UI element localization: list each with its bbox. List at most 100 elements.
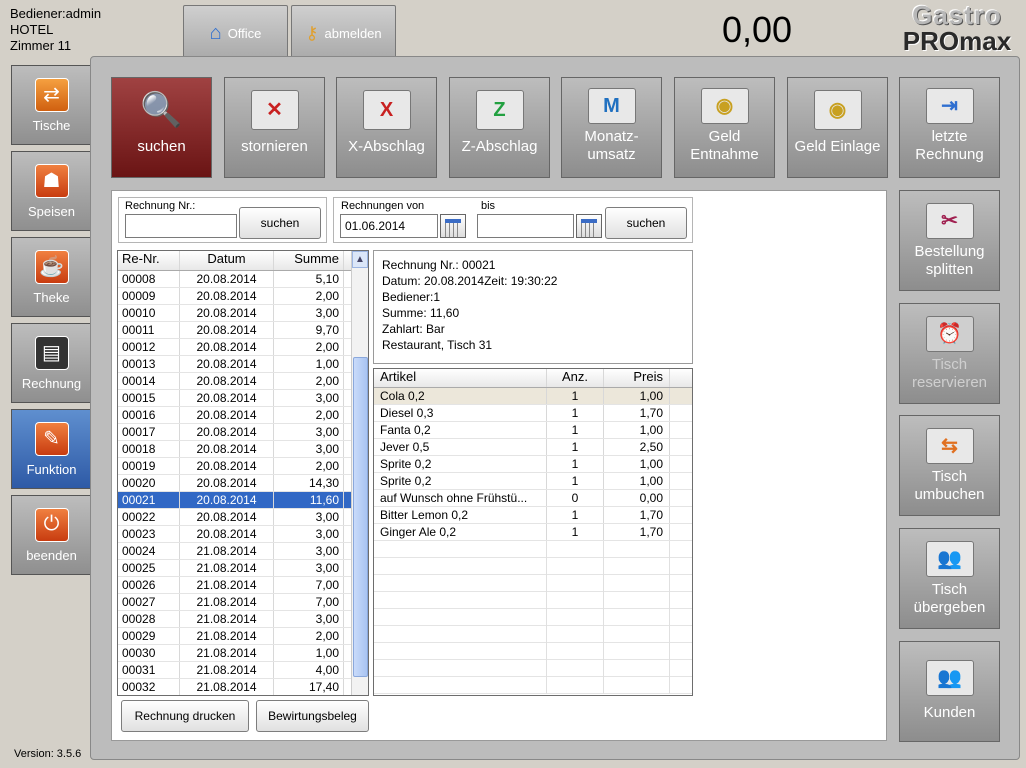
logout-button[interactable]: ⚷ abmelden [291, 5, 396, 61]
list-item[interactable]: Fanta 0,2 1 1,00 [374, 422, 692, 439]
table-row[interactable]: 00032 21.08.2014 17,40 [118, 679, 368, 695]
table-row[interactable]: 00018 20.08.2014 3,00 [118, 441, 368, 458]
nav-function-button[interactable]: ✎ Funktion [11, 409, 91, 489]
invoice-list-scrollbar[interactable]: ▲ [351, 251, 368, 695]
table-cell: 20.08.2014 [180, 356, 274, 372]
item-cell: auf Wunsch ohne Frühstü... [374, 490, 547, 506]
list-item[interactable]: Diesel 0,3 1 1,70 [374, 405, 692, 422]
table-row[interactable]: 00016 20.08.2014 2,00 [118, 407, 368, 424]
table-row[interactable]: 00019 20.08.2014 2,00 [118, 458, 368, 475]
table-row[interactable]: 00022 20.08.2014 3,00 [118, 509, 368, 526]
invoice-list[interactable]: Re-Nr. Datum Summe 00008 20.08.2014 5,10 00… [117, 250, 369, 696]
invoice-number-input[interactable] [125, 214, 237, 238]
table-row[interactable]: 00025 21.08.2014 3,00 [118, 560, 368, 577]
table-cell: 20.08.2014 [180, 271, 274, 287]
handover-table-button[interactable]: 👥 Tisch übergeben [899, 528, 1000, 629]
table-row[interactable]: 00011 20.08.2014 9,70 [118, 322, 368, 339]
item-cell: 2,50 [604, 439, 670, 455]
calendar-from-icon[interactable] [440, 214, 466, 238]
date-from-input[interactable]: 01.06.2014 [340, 214, 438, 238]
invoice-detail: Rechnung Nr.: 00021 Datum: 20.08.2014Zei… [373, 250, 693, 364]
table-row[interactable]: 00014 20.08.2014 2,00 [118, 373, 368, 390]
x-report-icon: X [362, 90, 411, 130]
col-qty[interactable]: Anz. [547, 369, 604, 387]
table-row[interactable]: 00009 20.08.2014 2,00 [118, 288, 368, 305]
print-invoice-button[interactable]: Rechnung drucken [121, 700, 249, 732]
list-item[interactable]: Ginger Ale 0,2 1 1,70 [374, 524, 692, 541]
table-cell: 00010 [118, 305, 180, 321]
table-row[interactable]: 00031 21.08.2014 4,00 [118, 662, 368, 679]
split-order-icon: ✂ [925, 203, 974, 239]
table-cell: 9,70 [274, 322, 344, 338]
empty-row [374, 609, 692, 626]
list-item[interactable]: Bitter Lemon 0,2 1 1,70 [374, 507, 692, 524]
date-to-input[interactable] [477, 214, 574, 238]
table-row[interactable]: 00013 20.08.2014 1,00 [118, 356, 368, 373]
col-invoice-no[interactable]: Re-Nr. [118, 251, 180, 270]
table-row[interactable]: 00020 20.08.2014 14,30 [118, 475, 368, 492]
calendar-to-icon[interactable] [576, 214, 602, 238]
user-info: Bediener:admin HOTEL Zimmer 11 [10, 6, 101, 54]
list-item[interactable]: Sprite 0,2 1 1,00 [374, 456, 692, 473]
table-row[interactable]: 00017 20.08.2014 3,00 [118, 424, 368, 441]
cash-withdrawal-button[interactable]: ◉ Geld Entnahme [674, 77, 775, 178]
hospitality-receipt-button[interactable]: Bewirtungsbeleg [256, 700, 369, 732]
invoice-list-body: 00008 20.08.2014 5,10 00009 20.08.2014 2,00 00… [118, 271, 368, 695]
last-invoice-button[interactable]: ⇥ letzte Rechnung [899, 77, 1000, 178]
table-cell: 21.08.2014 [180, 628, 274, 644]
list-item[interactable]: Jever 0,5 1 2,50 [374, 439, 692, 456]
search-invoice-button[interactable]: 🔍 suchen [111, 77, 212, 178]
nav-invoice-button[interactable]: ▤ Rechnung [11, 323, 91, 403]
table-row[interactable]: 00012 20.08.2014 2,00 [118, 339, 368, 356]
list-item[interactable]: Sprite 0,2 1 1,00 [374, 473, 692, 490]
nav-food-button[interactable]: ☗ Speisen [11, 151, 91, 231]
table-row[interactable]: 00028 21.08.2014 3,00 [118, 611, 368, 628]
detail-table: Restaurant, Tisch 31 [382, 338, 493, 352]
rebook-table-button[interactable]: ⇆ Tisch umbuchen [899, 415, 1000, 516]
monthly-sales-button[interactable]: M Monatz- umsatz [561, 77, 662, 178]
table-row[interactable]: 00027 21.08.2014 7,00 [118, 594, 368, 611]
cash-deposit-button[interactable]: ◉ Geld Einlage [787, 77, 888, 178]
table-row[interactable]: 00010 20.08.2014 3,00 [118, 305, 368, 322]
col-date[interactable]: Datum [180, 251, 274, 270]
magnifier-icon: 🔍 [140, 91, 183, 129]
nav-bar-button[interactable]: ☕ Theke [11, 237, 91, 317]
table-row[interactable]: 00030 21.08.2014 1,00 [118, 645, 368, 662]
table-row[interactable]: 00008 20.08.2014 5,10 [118, 271, 368, 288]
table-row[interactable]: 00026 21.08.2014 7,00 [118, 577, 368, 594]
monthly-report-icon: M [587, 88, 636, 124]
x-report-button[interactable]: X X-Abschlag [336, 77, 437, 178]
item-cell: Sprite 0,2 [374, 473, 547, 489]
reserve-table-button[interactable]: ⏰ Tisch reservieren [899, 303, 1000, 404]
z-report-button[interactable]: Z Z-Abschlag [449, 77, 550, 178]
table-row[interactable]: 00021 20.08.2014 11,60 [118, 492, 368, 509]
scroll-up-arrow[interactable]: ▲ [352, 251, 368, 268]
table-cell: 00032 [118, 679, 180, 695]
invoice-number-label: Rechnung Nr.: [125, 200, 196, 212]
table-row[interactable]: 00015 20.08.2014 3,00 [118, 390, 368, 407]
table-cell: 2,00 [274, 339, 344, 355]
invoice-items-list[interactable]: Artikel Anz. Preis Cola 0,2 1 1,00 Diesel 0… [373, 368, 693, 696]
table-row[interactable]: 00024 21.08.2014 3,00 [118, 543, 368, 560]
office-button[interactable]: ⌂ Office [183, 5, 288, 61]
nav-quit-button[interactable]: ⏻ beenden [11, 495, 91, 575]
nav-tables-button[interactable]: ⇄ Tische [11, 65, 91, 145]
cancel-invoice-button[interactable]: ✕ stornieren [224, 77, 325, 178]
table-cell: 2,00 [274, 288, 344, 304]
items-header: Artikel Anz. Preis [374, 369, 692, 388]
list-item[interactable]: Cola 0,2 1 1,00 [374, 388, 692, 405]
col-price[interactable]: Preis [604, 369, 670, 387]
split-order-button[interactable]: ✂ Bestellung splitten [899, 190, 1000, 291]
customers-button[interactable]: 👥 Kunden [899, 641, 1000, 742]
table-row[interactable]: 00029 21.08.2014 2,00 [118, 628, 368, 645]
col-article[interactable]: Artikel [374, 369, 547, 387]
list-item[interactable]: auf Wunsch ohne Frühstü... 0 0,00 [374, 490, 692, 507]
col-sum[interactable]: Summe [274, 251, 344, 270]
search-date-button[interactable]: suchen [605, 207, 687, 239]
printer-icon: ▤ [34, 335, 69, 370]
table-cell: 20.08.2014 [180, 458, 274, 474]
search-number-button[interactable]: suchen [239, 207, 321, 239]
table-cell: 3,00 [274, 424, 344, 440]
scroll-thumb[interactable] [353, 357, 368, 677]
table-row[interactable]: 00023 20.08.2014 3,00 [118, 526, 368, 543]
